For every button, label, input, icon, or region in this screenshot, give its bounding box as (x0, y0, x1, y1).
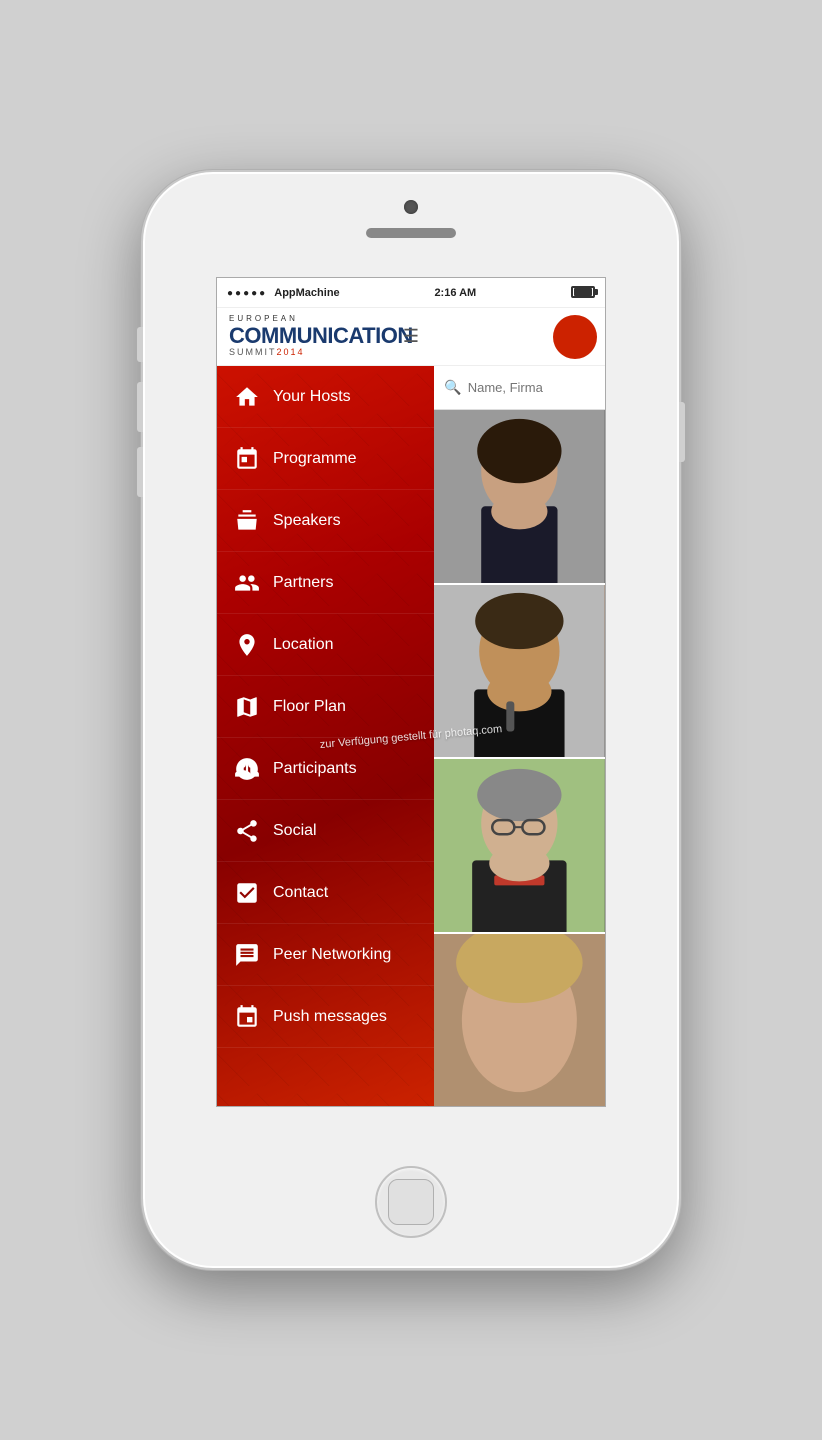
search-icon: 🔍 (444, 379, 461, 396)
host-photo-2[interactable] (434, 585, 605, 760)
phone-frame: ●●●●● AppMachine 2:16 AM EUROPEAN COMMUN… (141, 170, 681, 1270)
power-button (679, 402, 685, 462)
photo-list (434, 410, 605, 1107)
map-icon (231, 691, 263, 723)
menu-label-participants: Participants (273, 760, 357, 778)
status-carrier: ●●●●● AppMachine (227, 287, 340, 299)
partners-icon (231, 567, 263, 599)
app-header: EUROPEAN COMMUNICATION SUMMIT2014 ☰ (217, 308, 605, 366)
carrier-name: AppMachine (274, 287, 339, 299)
house-icon (231, 381, 263, 413)
logo-summit-text: SUMMIT2014 (229, 348, 413, 358)
menu-label-peer-networking: Peer Networking (273, 946, 391, 964)
app-logo: EUROPEAN COMMUNICATION SUMMIT2014 (229, 315, 413, 358)
menu-label-push-messages: Push messages (273, 1008, 387, 1026)
menu-item-peer-networking[interactable]: Peer Networking (217, 924, 434, 986)
status-time: 2:16 AM (434, 287, 476, 299)
participants-icon (231, 753, 263, 785)
menu-item-location[interactable]: Location (217, 614, 434, 676)
menu-item-floor-plan[interactable]: Floor Plan (217, 676, 434, 738)
podium-icon (231, 505, 263, 537)
menu-label-your-hosts: Your Hosts (273, 388, 351, 406)
calendar-icon (231, 443, 263, 475)
profile-avatar[interactable] (553, 315, 597, 359)
menu-label-contact: Contact (273, 884, 328, 902)
app-content: Your Hosts Programme Speakers (217, 366, 605, 1107)
menu-item-contact[interactable]: Contact (217, 862, 434, 924)
contact-check-icon (231, 877, 263, 909)
chat-icon (231, 939, 263, 971)
logo-communication-text: COMMUNICATION (229, 324, 413, 348)
volume-down-button (137, 447, 143, 497)
location-pin-icon (231, 629, 263, 661)
status-bar: ●●●●● AppMachine 2:16 AM (217, 278, 605, 308)
speaker (366, 228, 456, 238)
menu-item-partners[interactable]: Partners (217, 552, 434, 614)
silent-switch (137, 327, 143, 362)
menu-item-push-messages[interactable]: Push messages (217, 986, 434, 1048)
menu-label-social: Social (273, 822, 317, 840)
menu-label-speakers: Speakers (273, 512, 341, 530)
menu-label-floor-plan: Floor Plan (273, 698, 346, 716)
home-button-inner (388, 1179, 434, 1225)
menu-label-partners: Partners (273, 574, 333, 592)
home-button[interactable] (375, 1166, 447, 1238)
camera (404, 200, 418, 214)
right-panel: 🔍 (434, 366, 605, 1107)
left-menu: Your Hosts Programme Speakers (217, 366, 434, 1107)
search-input[interactable] (468, 380, 595, 395)
push-message-icon (231, 1001, 263, 1033)
hamburger-menu-icon[interactable]: ☰ (403, 326, 419, 347)
menu-item-programme[interactable]: Programme (217, 428, 434, 490)
social-icon (231, 815, 263, 847)
search-bar: 🔍 (434, 366, 605, 410)
host-photo-4[interactable] (434, 934, 605, 1108)
host-photo-3[interactable] (434, 759, 605, 934)
volume-up-button (137, 382, 143, 432)
host-photo-1[interactable] (434, 410, 605, 585)
phone-screen: ●●●●● AppMachine 2:16 AM EUROPEAN COMMUN… (216, 277, 606, 1107)
battery-indicator (571, 286, 595, 299)
menu-item-speakers[interactable]: Speakers (217, 490, 434, 552)
menu-label-programme: Programme (273, 450, 357, 468)
menu-label-location: Location (273, 636, 334, 654)
menu-item-your-hosts[interactable]: Your Hosts (217, 366, 434, 428)
signal-dots: ●●●●● (227, 288, 267, 299)
menu-item-participants[interactable]: Participants (217, 738, 434, 800)
menu-item-social[interactable]: Social (217, 800, 434, 862)
